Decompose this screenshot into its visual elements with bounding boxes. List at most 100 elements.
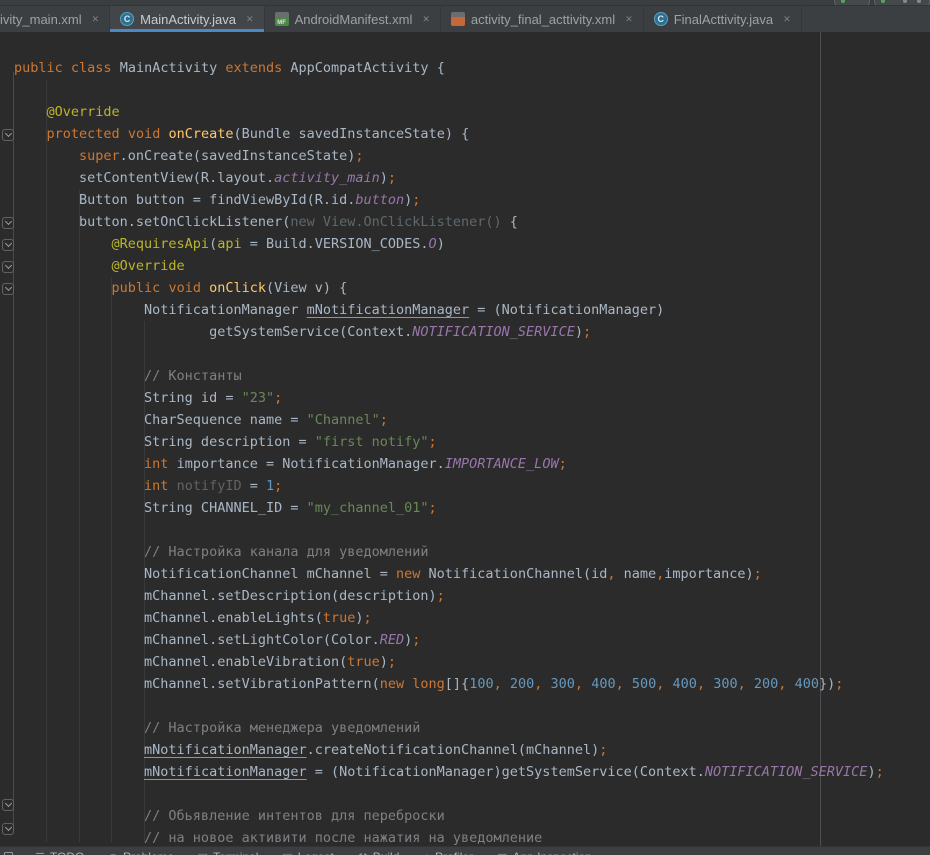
code-token-mth: onCreate — [168, 126, 233, 142]
status-tab-build[interactable]: ⚒ Build — [346, 850, 412, 855]
code-line — [14, 695, 884, 717]
code-token-semi: ; — [412, 632, 420, 648]
code-text[interactable]: public class MainActivity extends AppCom… — [0, 32, 884, 846]
status-tab-label: Build — [373, 850, 400, 855]
fold-collapse-icon[interactable] — [2, 239, 14, 251]
run-configuration-pill[interactable] — [834, 0, 870, 6]
code-line: NotificationChannel mChannel = new Notif… — [14, 563, 884, 585]
code-line: // Настройка канала для уведомлений — [14, 541, 884, 563]
chevron-down-icon — [4, 218, 11, 225]
code-token-def: ) — [437, 236, 445, 252]
code-token-dim: new View.OnClickListener() — [290, 214, 509, 230]
code-token-semi: ; — [559, 456, 567, 472]
fold-collapse-icon[interactable] — [2, 799, 14, 811]
code-line: // Обьявление интентов для переброски — [14, 805, 884, 827]
code-token-def: NotificationChannel(id — [420, 566, 607, 582]
fold-collapse-icon[interactable] — [2, 129, 14, 141]
code-token-con: button — [355, 192, 404, 208]
code-token-num: 200 — [754, 676, 778, 692]
code-line: getSystemService(Context.NOTIFICATION_SE… — [14, 321, 884, 343]
code-token-def: .createNotificationChannel(mChannel) — [307, 742, 600, 758]
code-line: int notifyID = 1; — [14, 475, 884, 497]
code-token-def: ) — [867, 764, 875, 780]
chevron-down-icon — [4, 824, 11, 831]
close-icon[interactable]: ✕ — [92, 14, 100, 25]
code-line — [14, 783, 884, 805]
code-token-kw: new — [380, 676, 404, 692]
bottom-tool-window-bar: ☰ TODO ◉ Problems ▣ Terminal ▤ Logcat ⚒ … — [0, 846, 930, 855]
code-token-def: []{ — [445, 676, 469, 692]
tab-finalacttivity-java[interactable]: C FinalActtivity.java ✕ — [644, 6, 802, 32]
tab-activity-final-acttivity-xml[interactable]: activity_final_acttivity.xml ✕ — [441, 6, 644, 32]
fold-collapse-icon[interactable] — [2, 217, 14, 229]
chevron-down-icon — [4, 240, 11, 247]
tab-activity-main-xml[interactable]: ivity_main.xml ✕ — [0, 6, 110, 32]
code-token-cmt: // на новое активити после нажатия на ув… — [14, 830, 542, 846]
tab-androidmanifest-xml[interactable]: MF AndroidManifest.xml ✕ — [265, 6, 441, 32]
tab-label: ivity_main.xml — [0, 12, 82, 27]
java-class-icon: C — [120, 12, 134, 26]
code-token-def: setContentView(R.layout. — [14, 170, 274, 186]
code-token-def — [746, 676, 754, 692]
code-token-def: mChannel.enableLights( — [14, 610, 323, 626]
tab-mainactivity-java[interactable]: C MainActivity.java ✕ — [110, 6, 264, 32]
code-token-con: NOTIFICATION_SERVICE — [705, 764, 868, 780]
code-line: mNotificationManager.createNotificationC… — [14, 739, 884, 761]
build-hammer-icon: ⚒ — [358, 851, 368, 855]
logcat-icon: ▤ — [282, 851, 292, 855]
code-token-def — [14, 764, 144, 780]
code-token-kw: int — [14, 456, 168, 472]
fold-collapse-icon[interactable] — [2, 823, 14, 835]
code-token-cmt: // Обьявление интентов для переброски — [14, 808, 445, 824]
code-token-def: (Bundle savedInstanceState) { — [234, 126, 470, 142]
fold-collapse-icon[interactable] — [2, 283, 14, 295]
status-tab-problems[interactable]: ◉ Problems — [96, 850, 185, 855]
code-line: int importance = NotificationManager.IMP… — [14, 453, 884, 475]
status-tab-label: App Inspection — [512, 850, 591, 855]
code-token-str: "23" — [242, 390, 275, 406]
code-token-kw: void — [168, 280, 201, 296]
tab-label: AndroidManifest.xml — [295, 12, 413, 27]
code-line: public class MainActivity extends AppCom… — [14, 57, 884, 79]
code-token-kw: public — [14, 60, 63, 76]
status-tab-app-inspection[interactable]: ▦ App Inspection — [485, 850, 604, 855]
code-token-def: mChannel.setVibrationPattern( — [14, 676, 380, 692]
code-line: super.onCreate(savedInstanceState); — [14, 145, 884, 167]
code-token-def — [583, 676, 591, 692]
code-token-def: getSystemService(Context. — [14, 324, 412, 340]
code-token-def: AppCompatActivity { — [282, 60, 445, 76]
code-token-def: button.setOnClickListener( — [14, 214, 290, 230]
terminal-icon: ▣ — [198, 851, 208, 855]
device-selector-pill[interactable] — [874, 0, 930, 6]
code-line: String CHANNEL_ID = "my_channel_01"; — [14, 497, 884, 519]
android-studio-window: ivity_main.xml ✕ C MainActivity.java ✕ M… — [0, 0, 930, 855]
chevron-down-icon — [4, 800, 11, 807]
code-token-def: = (NotificationManager)getSystemService(… — [307, 764, 705, 780]
code-token-def: Button button = findViewById(R.id. — [14, 192, 355, 208]
close-icon[interactable]: ✕ — [246, 14, 254, 25]
status-tab-terminal[interactable]: ▣ Terminal — [186, 850, 271, 855]
close-icon[interactable]: ✕ — [422, 14, 430, 25]
layout-file-icon — [451, 12, 465, 26]
code-token-str: "my_channel_01" — [307, 500, 429, 516]
code-token-semi: ; — [274, 390, 282, 406]
code-token-con: RED — [380, 632, 404, 648]
status-tab-label: Profiler — [435, 850, 473, 855]
toolbar-dot-icon — [917, 0, 921, 3]
code-line: String description = "first notify"; — [14, 431, 884, 453]
close-icon[interactable]: ✕ — [625, 14, 633, 25]
status-tab-logcat[interactable]: ▤ Logcat — [270, 850, 345, 855]
code-token-semi: , — [738, 676, 746, 692]
code-line: button.setOnClickListener(new View.OnCli… — [14, 211, 884, 233]
code-token-ann: api — [217, 236, 241, 252]
code-line: // Константы — [14, 365, 884, 387]
status-tab-label: Logcat — [298, 850, 334, 855]
code-editor[interactable]: public class MainActivity extends AppCom… — [0, 32, 930, 846]
status-tab-todo[interactable]: ☰ TODO — [23, 850, 96, 855]
status-tab-profiler[interactable]: ◔ Profiler — [411, 850, 485, 855]
code-line: mChannel.setDescription(description); — [14, 585, 884, 607]
code-token-def: importance = NotificationManager. — [168, 456, 444, 472]
fold-collapse-icon[interactable] — [2, 261, 14, 273]
close-icon[interactable]: ✕ — [783, 14, 791, 25]
code-token-def: ) — [355, 610, 363, 626]
